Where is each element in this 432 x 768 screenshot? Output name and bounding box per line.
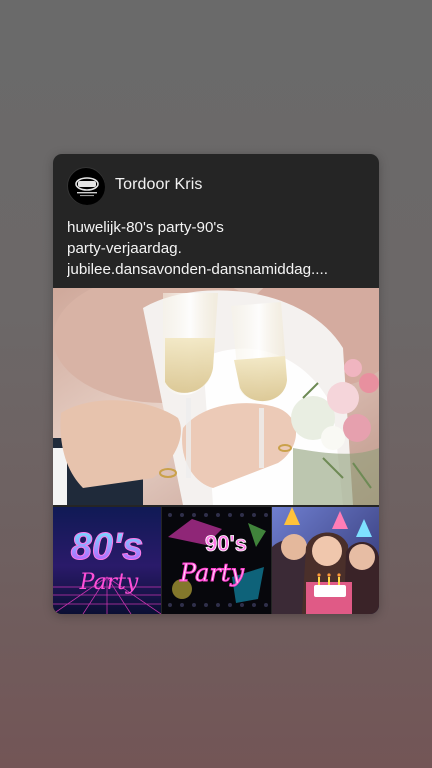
thumbnail-90s-party[interactable]: 90's Party xyxy=(162,507,271,614)
post-header: Tordoor Kris xyxy=(53,154,379,220)
dj-logo-icon xyxy=(69,169,105,205)
thumbnail-birthday-party[interactable] xyxy=(272,507,379,614)
caption-line: jubilee.dansavonden-dansnamiddag.... xyxy=(67,261,328,278)
eighties-title: 80's xyxy=(71,526,143,568)
thumbnail-80s-party[interactable]: 80's Party xyxy=(53,507,161,614)
author-name[interactable]: Tordoor Kris xyxy=(115,176,202,194)
avatar[interactable] xyxy=(67,167,105,205)
thumbnail-strip: 80's Party 90's Party xyxy=(53,507,379,614)
nineties-subtitle: Party xyxy=(179,559,244,587)
caption-line: huwelijk-80's party-90's xyxy=(67,219,224,236)
post-card[interactable]: Tordoor Kris huwelijk-80's party-90's pa… xyxy=(53,154,379,614)
eighties-subtitle: Party xyxy=(79,570,139,595)
post-caption: huwelijk-80's party-90's party-verjaarda… xyxy=(67,217,367,280)
nineties-title: 90's xyxy=(205,531,247,556)
wedding-photo[interactable] xyxy=(53,288,379,505)
caption-line: party-verjaardag. xyxy=(67,240,182,257)
